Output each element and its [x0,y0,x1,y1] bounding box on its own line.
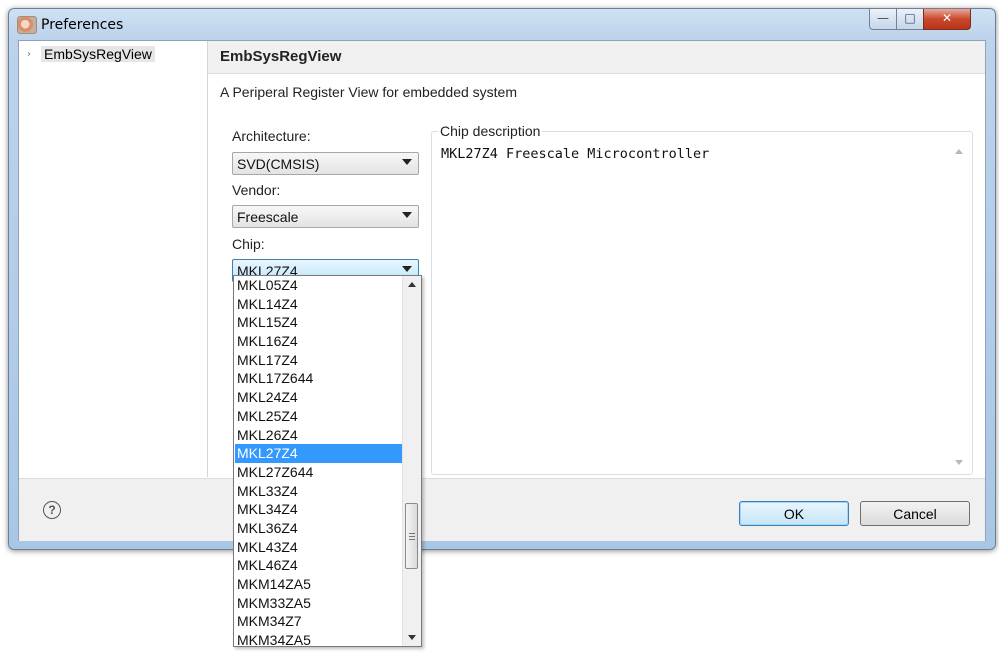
scroll-down-icon[interactable] [955,460,963,465]
chip-description-scrollbar[interactable] [952,145,966,469]
dropdown-scrollbar[interactable] [402,276,421,646]
dropdown-option[interactable]: MKL17Z644 [235,369,402,388]
window-title: Preferences [41,17,124,33]
dropdown-option[interactable]: MKM33ZA5 [235,594,402,613]
button-bar: ? OK Cancel [19,478,985,541]
dropdown-option[interactable]: MKL34Z4 [235,500,402,519]
dropdown-option[interactable]: MKL15Z4 [235,313,402,332]
scrollbar-thumb[interactable] [405,503,418,569]
page-title: EmbSysRegView [220,48,342,65]
dropdown-option[interactable]: MKL27Z644 [235,463,402,482]
dropdown-option[interactable]: MKM34ZA5 [235,631,402,650]
preferences-app-icon [17,16,37,34]
dropdown-option[interactable]: MKL14Z4 [235,295,402,314]
scroll-up-icon[interactable] [955,149,963,154]
vendor-value: Freescale [237,209,299,225]
architecture-select[interactable]: SVD(CMSIS) [232,152,419,175]
scroll-up-icon[interactable] [408,282,416,287]
dropdown-option[interactable]: MKL36Z4 [235,519,402,538]
tree-item-label: EmbSysRegView [41,46,155,62]
minimize-icon[interactable]: — [869,9,897,30]
tree-item-embsysregview[interactable]: › EmbSysRegView [27,45,155,63]
dropdown-option[interactable]: MKM34Z7 [235,612,402,631]
page-description: A Periperal Register View for embedded s… [220,84,517,100]
preferences-window: Preferences — □ ✕ › EmbSysRegView EmbSys… [8,8,996,550]
maximize-icon[interactable]: □ [896,9,924,30]
dropdown-arrow-icon [402,266,412,272]
chip-options: MKL05Z4 MKL14Z4 MKL15Z4 MKL16Z4 MKL17Z4 MKL17… [235,276,402,650]
vendor-label: Vendor: [232,182,281,198]
dropdown-option[interactable]: MKL25Z4 [235,407,402,426]
architecture-label: Architecture: [232,128,311,144]
dialog-client-area: › EmbSysRegView EmbSysRegView A Peripera… [18,40,986,541]
close-icon[interactable]: ✕ [923,9,971,30]
cancel-button[interactable]: Cancel [860,501,970,526]
chevron-right-icon[interactable]: › [27,49,37,60]
dropdown-arrow-icon [402,212,412,218]
chip-label: Chip: [232,236,265,252]
scroll-down-icon[interactable] [408,635,416,640]
dropdown-option[interactable]: MKL17Z4 [235,351,402,370]
ok-button[interactable]: OK [739,501,849,526]
page-header: EmbSysRegView [208,41,985,74]
dropdown-option[interactable]: MKL26Z4 [235,426,402,445]
grip-icon [409,533,415,540]
preference-tree: › EmbSysRegView [19,41,208,477]
dropdown-option[interactable]: MKL46Z4 [235,556,402,575]
title-bar[interactable]: Preferences — □ ✕ [9,9,995,39]
chip-dropdown-list[interactable]: MKL05Z4 MKL14Z4 MKL15Z4 MKL16Z4 MKL17Z4 MKL17… [233,275,422,650]
help-icon[interactable]: ? [43,501,61,519]
architecture-value: SVD(CMSIS) [237,156,320,172]
chip-description-group [431,131,973,475]
chip-description-text[interactable]: MKL27Z4 Freescale Microcontroller [441,146,709,162]
dropdown-arrow-icon [402,159,412,165]
dropdown-option[interactable]: MKL43Z4 [235,538,402,557]
dropdown-option[interactable]: MKL27Z4 [235,444,402,463]
vendor-select[interactable]: Freescale [232,205,419,228]
dropdown-option[interactable]: MKL05Z4 [235,276,402,295]
chip-description-label: Chip description [438,123,543,139]
dropdown-option[interactable]: MKL24Z4 [235,388,402,407]
dropdown-option[interactable]: MKM14ZA5 [235,575,402,594]
dropdown-option[interactable]: MKL33Z4 [235,482,402,501]
dropdown-option[interactable]: MKL16Z4 [235,332,402,351]
